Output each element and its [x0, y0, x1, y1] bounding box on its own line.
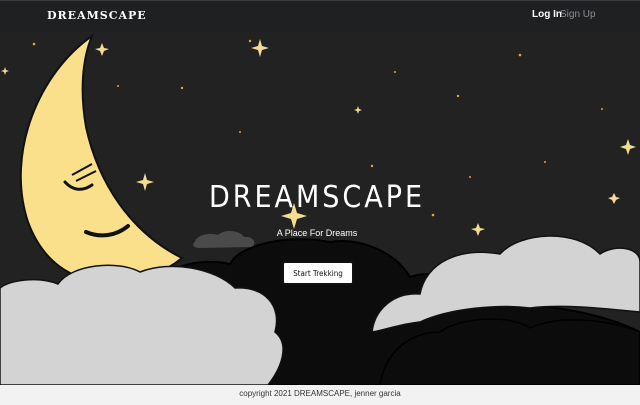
page: DREAMSCAPE Log In Sign Up DREAMSCAPE A P… — [0, 0, 640, 405]
navbar: DREAMSCAPE Log In Sign Up — [0, 0, 640, 32]
login-link[interactable]: Log In — [532, 9, 562, 20]
footer: copyright 2021 DREAMSCAPE, jenner garcia — [0, 385, 640, 405]
signup-link[interactable]: Sign Up — [560, 9, 596, 20]
start-trekking-button[interactable]: Start Trekking — [282, 261, 354, 285]
hero-subtitle: A Place For Dreams — [276, 228, 358, 238]
copyright-text: copyright 2021 DREAMSCAPE, jenner garcia — [239, 389, 401, 398]
hero-banner: DREAMSCAPE A Place For Dreams Start Trek… — [0, 32, 640, 385]
crescent-moon-icon — [19, 33, 184, 284]
brand-logo-link[interactable]: DREAMSCAPE — [47, 9, 147, 22]
hero-title: DREAMSCAPE — [208, 180, 426, 215]
